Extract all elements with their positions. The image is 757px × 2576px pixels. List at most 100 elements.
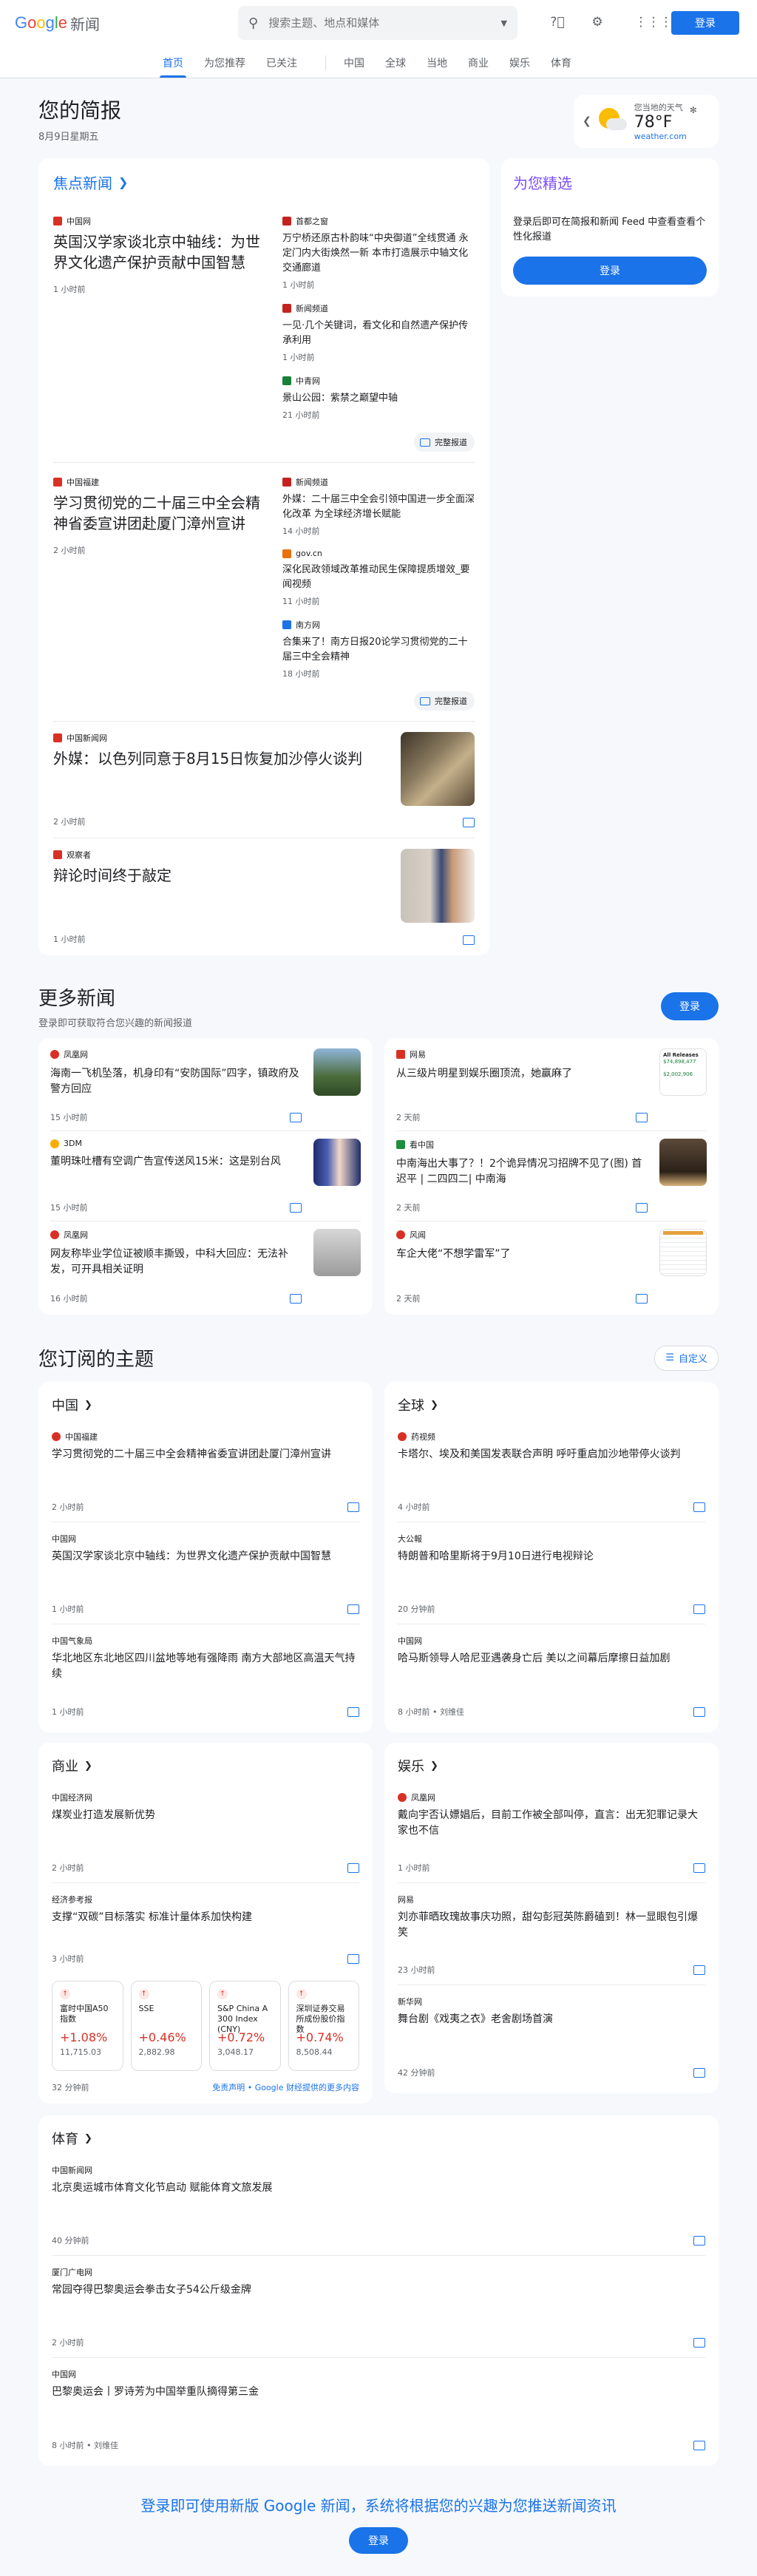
cluster-side-story[interactable]: 首都之窗 万宁桥还原古朴韵味“中央御道”全线贯通 永定门内大街焕然一新 本市打造… <box>282 215 475 291</box>
list-item[interactable]: 大公報 特朗普和哈里斯将于9月10日进行电视辩论 20 分钟前 <box>398 1522 705 1624</box>
full-coverage-icon[interactable] <box>290 1293 302 1304</box>
list-item[interactable]: 风闻 车企大佬“不想学雷军”了 2 天前 <box>396 1221 707 1312</box>
chevron-down-icon[interactable]: ▼ <box>501 18 507 28</box>
list-item[interactable]: 厦门广电网 常园夺得巴黎奥运会拳击女子54公斤级金牌 2 小时前 <box>52 2256 705 2358</box>
topic-title-link[interactable]: 商业 ❯ <box>52 1746 359 1781</box>
stock-tile[interactable]: ↑ SSE +0.46% 2,882.98 <box>130 1981 202 2071</box>
list-item[interactable]: 中国网 巴黎奥运会丨罗诗芳为中国举重队摘得第三金 8 小时前 • 刘维佳 <box>52 2358 705 2460</box>
cluster-main-story[interactable]: 中国网 英国汉学家谈北京中轴线：为世界文化遗产保护贡献中国智慧 1 小时前 <box>53 215 268 452</box>
headline[interactable]: 海南一飞机坠落，机身印有“安防国际”四字，镇政府及警方回应 <box>50 1066 302 1097</box>
full-coverage-icon[interactable] <box>347 1502 359 1512</box>
story-thumbnail[interactable] <box>313 1229 361 1276</box>
chevron-left-icon[interactable]: ❮ <box>583 115 591 127</box>
search-input[interactable] <box>268 16 501 30</box>
tab-local[interactable]: 当地 <box>427 55 447 78</box>
headline[interactable]: 辩论时间终于敲定 <box>53 865 401 886</box>
story-thumbnail[interactable] <box>401 732 475 806</box>
headline[interactable]: 戴向宇否认嫖娼后，目前工作被全部叫停，直言：出无犯罪记录大家也不信 <box>398 1808 705 1839</box>
top-news-title[interactable]: 焦点新闻 ❯ <box>53 158 475 202</box>
tab-business[interactable]: 商业 <box>468 55 489 78</box>
full-coverage-icon[interactable] <box>290 1202 302 1213</box>
list-item[interactable]: 凤凰网 海南一飞机坠落，机身印有“安防国际”四字，镇政府及警方回应 15 小时前 <box>50 1041 361 1131</box>
full-coverage-icon[interactable] <box>463 818 475 827</box>
weather-settings-icon[interactable]: ✻ <box>690 105 697 115</box>
list-item[interactable]: 经济参考报 支撑“双碳”目标落实 标准计量体系加快构建 3 小时前 <box>52 1883 359 1973</box>
headline[interactable]: 巴黎奥运会丨罗诗芳为中国举重队摘得第三金 <box>52 2385 705 2400</box>
headline[interactable]: 中南海出大事了？！2个诡异情况习招牌不见了(图) 首迟平 | 二四四二| 中南海 <box>396 1156 648 1187</box>
full-coverage-icon[interactable] <box>347 1862 359 1873</box>
full-coverage-icon[interactable] <box>693 1965 705 1975</box>
stock-tile[interactable]: ↑ 富时中国A50指数 +1.08% 11,715.03 <box>52 1981 123 2071</box>
topic-title-link[interactable]: 体育 ❯ <box>52 2118 705 2154</box>
full-coverage-icon[interactable] <box>463 935 475 945</box>
headline[interactable]: 哈马斯领导人哈尼亚遇袭身亡后 美以之间幕后摩擦日益加剧 <box>398 1651 705 1667</box>
google-news-logo[interactable]: Google 新闻 <box>15 13 237 34</box>
cluster-side-story[interactable]: 中青网 景山公园：紫禁之巅望中轴 21 小时前 <box>282 375 475 421</box>
list-item[interactable]: 3DM 董明珠吐槽有空调广告宣传送风15米：这是别台风 15 小时前 <box>50 1131 361 1221</box>
cluster-main-story[interactable]: 中国福建 学习贯彻党的二十届三中全会精神省委宣讲团赴厦门漳州宣讲 2 小时前 <box>53 476 268 711</box>
headline[interactable]: 外媒：以色列同意于8月15日恢复加沙停火谈判 <box>53 748 401 769</box>
cta-signin-button[interactable]: 登录 <box>349 2527 408 2554</box>
weather-widget[interactable]: ❮ 您当地的天气 78°F weather.com ✻ <box>574 95 719 148</box>
story-thumbnail[interactable] <box>313 1139 361 1186</box>
full-coverage-button[interactable]: 完整报道 <box>414 691 475 711</box>
tab-for-you[interactable]: 为您推荐 <box>204 55 245 78</box>
headline[interactable]: 常园夺得巴黎奥运会拳击女子54公斤级金牌 <box>52 2282 705 2298</box>
list-item[interactable]: 看中国 中南海出大事了？！2个诡异情况习招牌不见了(图) 首迟平 | 二四四二|… <box>396 1131 707 1221</box>
headline[interactable]: 卡塔尔、埃及和美国发表联合声明 呼吁重启加沙地带停火谈判 <box>398 1447 705 1462</box>
topic-title-link[interactable]: 全球 ❯ <box>398 1385 705 1420</box>
headline[interactable]: 华北地区东北地区四川盆地等地有强降雨 南方大部地区高温天气持续 <box>52 1651 359 1682</box>
full-coverage-icon[interactable] <box>693 2337 705 2348</box>
search-box[interactable]: ⚲ ▼ <box>238 6 517 40</box>
story-thumbnail[interactable] <box>659 1139 707 1186</box>
full-coverage-icon[interactable] <box>693 2067 705 2078</box>
headline[interactable]: 网友称毕业学位证被顺丰撕毁，中科大回应：无法补发，可开具相关证明 <box>50 1247 302 1278</box>
headline[interactable]: 学习贯彻党的二十届三中全会精神省委宣讲团赴厦门漳州宣讲 <box>53 492 268 534</box>
list-item[interactable]: 中国经济网 煤炭业打造发展新优势 2 小时前 <box>52 1781 359 1883</box>
headline[interactable]: 英国汉学家谈北京中轴线：为世界文化遗产保护贡献中国智慧 <box>52 1549 359 1565</box>
list-item[interactable]: 中国网 哈马斯领导人哈尼亚遇袭身亡后 美以之间幕后摩擦日益加剧 8 小时前 • … <box>398 1624 705 1726</box>
full-coverage-icon[interactable] <box>636 1202 648 1213</box>
headline[interactable]: 煤炭业打造发展新优势 <box>52 1808 359 1823</box>
headline[interactable]: 董明珠吐槽有空调广告宣传送风15米：这是别台风 <box>50 1154 302 1170</box>
apps-grid-icon[interactable]: ⋮⋮⋮ <box>635 12 673 33</box>
stock-tile[interactable]: ↑ S&P China A 300 Index (CNY) +0.72% 3,0… <box>209 1981 281 2071</box>
weather-source-link[interactable]: weather.com <box>634 132 687 141</box>
list-item[interactable]: 中国网 英国汉学家谈北京中轴线：为世界文化遗产保护贡献中国智慧 1 小时前 <box>52 1522 359 1624</box>
headline[interactable]: 英国汉学家谈北京中轴线：为世界文化遗产保护贡献中国智慧 <box>53 231 268 273</box>
headline[interactable]: 一见·几个关键词，看文化和自然遗产保护传承利用 <box>282 319 475 348</box>
finance-disclaimer-link[interactable]: 免责声明 • Google 财经提供的更多内容 <box>212 2081 359 2093</box>
tab-sports[interactable]: 体育 <box>551 55 571 78</box>
list-item[interactable]: 药视频 卡塔尔、埃及和美国发表联合声明 呼吁重启加沙地带停火谈判 4 小时前 <box>398 1420 705 1522</box>
list-item[interactable]: 网易 从三级片明星到娱乐圈顶流，她赢麻了 2 天前 All Releases $… <box>396 1041 707 1131</box>
headline[interactable]: 舞台剧《戏夷之衣》老舍剧场首演 <box>398 2012 705 2027</box>
list-item[interactable]: 中国新闻网 北京奥运城市体育文化节启动 赋能体育文旅发展 40 分钟前 <box>52 2154 705 2256</box>
cluster-side-story[interactable]: 新闻频道 一见·几个关键词，看文化和自然遗产保护传承利用 1 小时前 <box>282 302 475 363</box>
stock-tile[interactable]: ↑ 深圳证券交易所成份股价指数 +0.74% 8,508.44 <box>288 1981 359 2071</box>
tab-china[interactable]: 中国 <box>344 55 364 78</box>
full-coverage-icon[interactable] <box>347 1604 359 1614</box>
gear-icon[interactable]: ⚙ <box>587 12 608 33</box>
list-item[interactable]: 中国福建 学习贯彻党的二十届三中全会精神省委宣讲团赴厦门漳州宣讲 2 小时前 <box>52 1420 359 1522</box>
topic-title-link[interactable]: 中国 ❯ <box>52 1385 359 1420</box>
story-thumbnail[interactable] <box>401 849 475 923</box>
full-coverage-icon[interactable] <box>693 2235 705 2245</box>
tab-world[interactable]: 全球 <box>385 55 406 78</box>
full-coverage-icon[interactable] <box>636 1293 648 1304</box>
tab-home[interactable]: 首页 <box>160 55 186 78</box>
cluster-side-story[interactable]: 南方网 合集来了！南方日报20论学习贯彻党的二十届三中全会精神 18 小时前 <box>282 619 475 679</box>
more-news-signin-button[interactable]: 登录 <box>661 992 719 1020</box>
headline[interactable]: 外媒：二十届三中全会引领中国进一步全面深化改革 为全球经济增长赋能 <box>282 492 475 522</box>
tab-entertainment[interactable]: 娱乐 <box>509 55 530 78</box>
list-item[interactable]: 凤凰网 网友称毕业学位证被顺丰撕毁，中科大回应：无法补发，可开具相关证明 16 … <box>50 1221 361 1312</box>
story-thumbnail[interactable] <box>659 1229 707 1276</box>
full-coverage-button[interactable]: 完整报道 <box>414 433 475 452</box>
full-coverage-icon[interactable] <box>693 1862 705 1873</box>
headline[interactable]: 支撑“双碳”目标落实 标准计量体系加快构建 <box>52 1910 359 1925</box>
story-thumbnail[interactable] <box>313 1048 361 1096</box>
cluster-side-story[interactable]: gov.cn 深化民政领域改革推动民生保障提质增效_要闻视频 11 小时前 <box>282 549 475 607</box>
list-item[interactable]: 凤凰网 戴向宇否认嫖娼后，目前工作被全部叫停，直言：出无犯罪记录大家也不信 1 … <box>398 1781 705 1883</box>
headline[interactable]: 特朗普和哈里斯将于9月10日进行电视辩论 <box>398 1549 705 1565</box>
topic-title-link[interactable]: 娱乐 ❯ <box>398 1746 705 1781</box>
full-coverage-icon[interactable] <box>693 1706 705 1717</box>
